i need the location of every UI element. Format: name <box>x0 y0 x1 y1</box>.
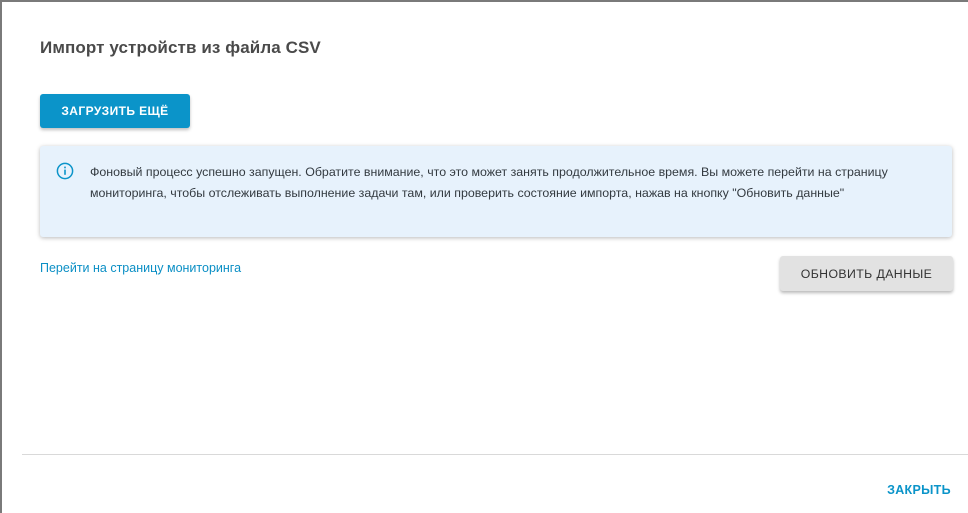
monitoring-page-link[interactable]: Перейти на страницу мониторинга <box>40 261 241 275</box>
alert-message: Фоновый процесс успешно запущен. Обратит… <box>90 165 888 200</box>
upload-more-button[interactable]: ЗАГРУЗИТЬ ЕЩЁ <box>40 94 190 128</box>
dialog-title: Импорт устройств из файла CSV <box>40 38 321 57</box>
info-alert: Фоновый процесс успешно запущен. Обратит… <box>40 146 952 237</box>
info-icon <box>56 162 74 180</box>
footer-divider <box>22 454 968 455</box>
refresh-data-button[interactable]: ОБНОВИТЬ ДАННЫЕ <box>780 256 953 291</box>
import-dialog: Импорт устройств из файла CSV ЗАГРУЗИТЬ … <box>0 0 968 513</box>
close-button[interactable]: ЗАКРЫТЬ <box>874 480 964 500</box>
